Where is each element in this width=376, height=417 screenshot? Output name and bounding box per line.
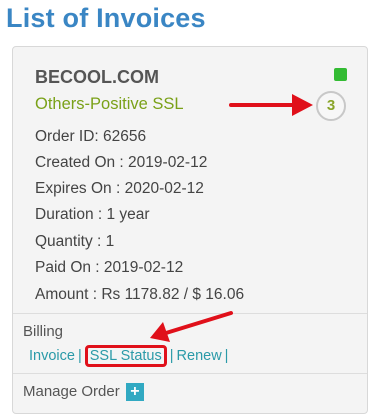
invoice-link[interactable]: Invoice xyxy=(29,348,75,364)
duration: Duration : 1 year xyxy=(35,206,150,223)
separator: | xyxy=(77,348,82,364)
billing-links: Invoice | SSL Status | Renew | xyxy=(29,345,231,367)
manage-order-label: Manage Order xyxy=(23,383,120,400)
separator: | xyxy=(224,348,229,364)
manage-order-plus-icon[interactable]: + xyxy=(125,383,144,402)
renew-link[interactable]: Renew xyxy=(177,348,222,364)
amount: Amount : Rs 1178.82 / $ 16.06 xyxy=(35,286,245,303)
divider xyxy=(13,373,367,374)
count-badge[interactable]: 3 xyxy=(316,91,346,121)
expires-on: Expires On : 2020-02-12 xyxy=(35,180,204,197)
order-id: Order ID: 62656 xyxy=(35,128,147,145)
manage-order: Manage Order + xyxy=(23,383,144,402)
ssl-status-highlight: SSL Status xyxy=(84,345,167,367)
billing-label: Billing xyxy=(23,323,64,340)
created-on: Created On : 2019-02-12 xyxy=(35,154,208,171)
domain-name: BECOOL.COM xyxy=(35,67,159,87)
page-title: List of Invoices xyxy=(6,3,206,33)
separator: | xyxy=(169,348,174,364)
product-name: Others-Positive SSL xyxy=(35,95,184,113)
ssl-status-link[interactable]: SSL Status xyxy=(90,348,162,364)
divider xyxy=(13,313,367,314)
quantity: Quantity : 1 xyxy=(35,233,115,250)
paid-on: Paid On : 2019-02-12 xyxy=(35,259,184,276)
status-indicator xyxy=(334,68,347,81)
invoice-card: BECOOL.COM Others-Positive SSL 3 Order I… xyxy=(12,46,368,414)
